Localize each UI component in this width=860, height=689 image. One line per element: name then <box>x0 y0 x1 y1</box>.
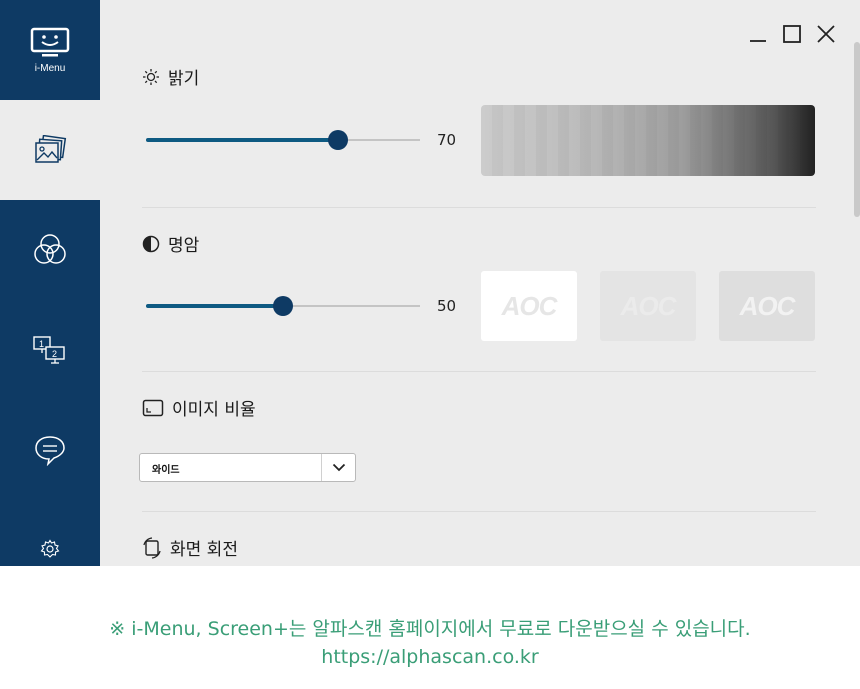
picture-icon <box>35 135 67 163</box>
multi-monitor-icon: 1 2 <box>33 336 65 364</box>
contrast-preview-1: AOC <box>481 271 577 341</box>
sidebar: i-Menu 1 2 <box>0 0 100 566</box>
rotate-icon <box>143 536 161 559</box>
monitor-smile-icon <box>30 27 70 56</box>
close-icon[interactable] <box>814 22 838 46</box>
aspect-ratio-icon <box>142 399 164 416</box>
chat-icon <box>35 436 65 466</box>
slider-fill <box>146 138 338 142</box>
svg-text:1: 1 <box>39 339 44 349</box>
svg-text:2: 2 <box>52 349 57 359</box>
slider-thumb[interactable] <box>273 296 293 316</box>
aoc-logo: AOC <box>739 290 796 321</box>
divider <box>142 511 816 512</box>
rotation-section-title: 화면 회전 <box>142 535 238 560</box>
brightness-value: 70 <box>437 131 457 149</box>
rotation-label: 화면 회전 <box>170 540 238 560</box>
slider-thumb[interactable] <box>328 130 348 150</box>
maximize-icon[interactable] <box>780 22 804 46</box>
minimize-icon[interactable] <box>746 22 770 46</box>
contrast-icon <box>142 235 160 252</box>
i-menu-logo[interactable]: i-Menu <box>0 0 100 100</box>
aspect-ratio-section-title: 이미지 비율 <box>142 395 256 420</box>
footer-notice: ※ i-Menu, Screen+는 알파스캔 홈페이지에서 무료로 다운받으실… <box>0 566 860 689</box>
dropdown-toggle[interactable] <box>321 454 355 481</box>
contrast-section-title: 명암 <box>142 231 199 256</box>
divider <box>142 371 816 372</box>
slider-fill <box>146 304 283 308</box>
color-circles-icon <box>34 234 66 264</box>
sidebar-item-chat[interactable] <box>0 400 100 500</box>
settings-gear-icon <box>40 539 60 558</box>
sidebar-item-color[interactable] <box>0 200 100 300</box>
aspect-ratio-label: 이미지 비율 <box>172 400 256 420</box>
contrast-slider[interactable] <box>146 296 420 316</box>
sidebar-item-multi-monitor[interactable]: 1 2 <box>0 300 100 400</box>
i-menu-window: i-Menu 1 2 밝기 70 명암 50 AOC AOC AOC 이미지 비… <box>0 0 860 566</box>
footer-url[interactable]: https://alphascan.co.kr <box>0 646 860 668</box>
brightness-slider[interactable] <box>146 130 420 150</box>
aspect-ratio-dropdown[interactable]: 와이드 <box>139 453 356 482</box>
contrast-preview-2: AOC <box>600 271 696 341</box>
sidebar-item-settings[interactable] <box>0 532 100 566</box>
brightness-section-title: 밝기 <box>142 64 199 89</box>
aoc-logo: AOC <box>501 290 558 321</box>
scrollbar[interactable] <box>854 42 860 217</box>
contrast-label: 명암 <box>168 236 200 256</box>
brightness-label: 밝기 <box>168 69 200 89</box>
logo-label: i-Menu <box>34 62 66 74</box>
aoc-logo: AOC <box>620 290 677 321</box>
contrast-value: 50 <box>437 297 457 315</box>
divider <box>142 207 816 208</box>
footer-notice-text: ※ i-Menu, Screen+는 알파스캔 홈페이지에서 무료로 다운받으실… <box>109 618 751 640</box>
main-panel: 밝기 70 명암 50 AOC AOC AOC 이미지 비율 와이드 화면 회전 <box>100 0 860 566</box>
aspect-ratio-selected: 와이드 <box>152 465 180 476</box>
contrast-preview-3: AOC <box>719 271 815 341</box>
chevron-down-icon <box>332 463 345 472</box>
brightness-gradient-preview <box>481 105 815 176</box>
sun-icon <box>143 68 159 85</box>
sidebar-item-picture[interactable] <box>0 100 100 200</box>
